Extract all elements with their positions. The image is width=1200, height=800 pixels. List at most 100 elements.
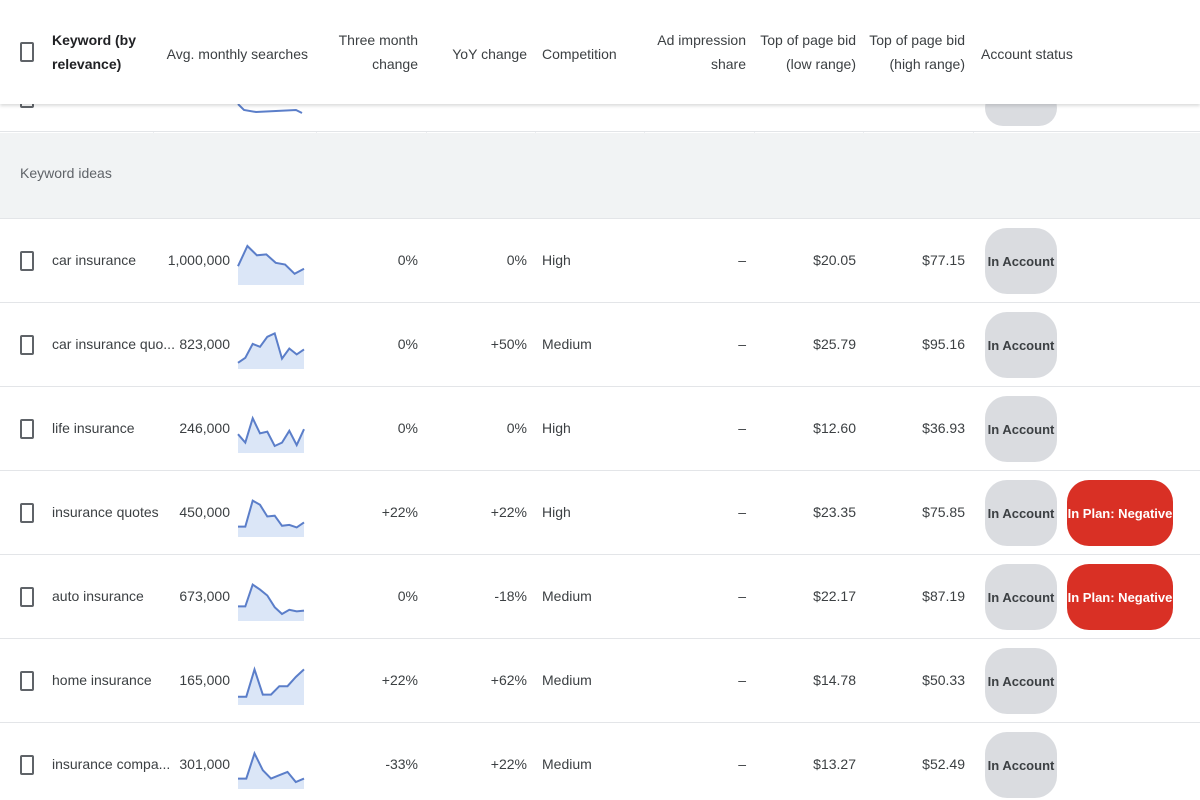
keyword-ideas-section: Keyword ideas — [0, 133, 1200, 219]
trend-sparkline — [238, 499, 305, 537]
column-header-bid-low-line1: Top of page bid — [760, 32, 856, 48]
in-account-badge[interactable]: In Account — [985, 732, 1057, 798]
three-month-value: 0% — [397, 588, 418, 604]
table-row[interactable]: car insurance 1,000,000 0% 0% High – $20.05 $77… — [0, 219, 1200, 303]
row-checkbox[interactable] — [20, 755, 34, 775]
table-row[interactable]: home insurance 165,000 +22% +62% Medium – $14.… — [0, 639, 1200, 723]
trend-sparkline — [237, 104, 303, 114]
column-header-three-month-line1: Three month — [338, 32, 418, 48]
table-row[interactable]: insurance compa... 301,000 -33% +22% Medium –… — [0, 723, 1200, 800]
ad-share-value: – — [738, 756, 746, 772]
three-month-value: 0% — [397, 420, 418, 436]
avg-searches-value: 301,000 — [179, 756, 230, 772]
row-checkbox[interactable] — [20, 671, 34, 691]
row-checkbox[interactable] — [20, 419, 34, 439]
ad-share-value: – — [738, 504, 746, 520]
keyword-text[interactable]: insurance quotes — [52, 501, 159, 523]
keyword-text[interactable]: car insurance — [52, 249, 136, 271]
bid-high-value: $75.85 — [922, 504, 965, 520]
column-header-ad-share[interactable]: Ad impression share — [648, 28, 746, 76]
column-header-keyword[interactable]: Keyword (by relevance) — [52, 28, 136, 76]
column-header-bid-low-line2: (low range) — [785, 56, 856, 72]
row-checkbox[interactable] — [20, 503, 34, 523]
keyword-text[interactable]: auto insurance — [52, 585, 144, 607]
bid-high-value: $36.93 — [922, 420, 965, 436]
in-account-badge[interactable]: In Account — [985, 480, 1057, 546]
in-plan-negative-badge[interactable]: In Plan: Negative — [1067, 480, 1173, 546]
three-month-value: 0% — [397, 336, 418, 352]
three-month-value: -33% — [385, 756, 418, 772]
in-plan-negative-badge[interactable]: In Plan: Negative — [1067, 564, 1173, 630]
avg-searches-value: 1,000,000 — [167, 252, 230, 268]
column-header-ad-share-line1: Ad impression — [657, 32, 746, 48]
bid-high-value: $77.15 — [922, 252, 965, 268]
bid-high-value: $95.16 — [922, 336, 965, 352]
column-header-bid-low[interactable]: Top of page bid (low range) — [758, 28, 856, 76]
ad-share-value: – — [738, 252, 746, 268]
table-row[interactable]: insurance quotes 450,000 +22% +22% High – $23.… — [0, 471, 1200, 555]
column-header-three-month-line2: change — [372, 56, 418, 72]
avg-searches-value: 673,000 — [179, 588, 230, 604]
ad-share-value: – — [738, 336, 746, 352]
column-header-bid-high[interactable]: Top of page bid (high range) — [867, 28, 965, 76]
avg-searches-value: 450,000 — [179, 504, 230, 520]
competition-value: High — [542, 420, 571, 436]
row-checkbox[interactable] — [20, 335, 34, 355]
trend-sparkline — [238, 583, 305, 621]
competition-value: Medium — [542, 756, 592, 772]
row-checkbox[interactable] — [20, 251, 34, 271]
bid-high-value: $50.33 — [922, 672, 965, 688]
trend-sparkline — [237, 244, 305, 285]
column-header-keyword-line2: relevance) — [52, 56, 122, 72]
trend-sparkline — [238, 750, 305, 789]
keyword-text[interactable]: insurance compa... — [52, 753, 170, 775]
bid-high-value: $52.49 — [922, 756, 965, 772]
column-header-bid-high-line2: (high range) — [889, 56, 966, 72]
avg-searches-value: 823,000 — [179, 336, 230, 352]
in-account-badge[interactable]: In Account — [985, 228, 1057, 294]
competition-value: High — [542, 504, 571, 520]
yoy-value: +50% — [490, 336, 527, 352]
competition-value: High — [542, 252, 571, 268]
row-checkbox[interactable] — [20, 587, 34, 607]
yoy-value: +22% — [490, 756, 527, 772]
bid-low-value: $23.35 — [813, 504, 856, 520]
ad-share-value: – — [738, 420, 746, 436]
table-row[interactable]: auto insurance 673,000 0% -18% Medium – $22.17… — [0, 555, 1200, 639]
in-account-badge[interactable]: In Account — [985, 312, 1057, 378]
in-account-badge[interactable]: In Account — [985, 564, 1057, 630]
bid-low-value: $14.78 — [813, 672, 856, 688]
three-month-value: +22% — [381, 672, 418, 688]
ad-share-value: – — [738, 588, 746, 604]
table-row[interactable]: life insurance 246,000 0% 0% High – $12.60 $36.… — [0, 387, 1200, 471]
trend-sparkline — [237, 332, 305, 369]
keyword-text[interactable]: car insurance quo... — [52, 333, 175, 355]
bid-low-value: $12.60 — [813, 420, 856, 436]
yoy-value: +62% — [490, 672, 527, 688]
competition-value: Medium — [542, 588, 592, 604]
column-header-account-status[interactable]: Account status — [981, 42, 1073, 66]
column-header-competition[interactable]: Competition — [542, 42, 617, 66]
keyword-text[interactable]: home insurance — [52, 669, 152, 691]
yoy-value: +22% — [490, 504, 527, 520]
column-header-avg-searches[interactable]: Avg. monthly searches — [160, 42, 308, 66]
competition-value: Medium — [542, 672, 592, 688]
column-header-ad-share-line2: share — [710, 56, 746, 72]
avg-searches-value: 165,000 — [179, 672, 230, 688]
in-account-badge[interactable]: In Account — [985, 396, 1057, 462]
keyword-text[interactable]: life insurance — [52, 417, 135, 439]
competition-value: Medium — [542, 336, 592, 352]
select-all-checkbox[interactable] — [20, 42, 34, 62]
trend-sparkline — [237, 415, 305, 453]
table-row-partial — [0, 90, 1200, 132]
yoy-value: 0% — [506, 252, 527, 268]
sparkline-area — [238, 669, 304, 705]
column-header-yoy[interactable]: YoY change — [430, 42, 527, 66]
bid-low-value: $22.17 — [813, 588, 856, 604]
bid-high-value: $87.19 — [922, 588, 965, 604]
in-account-badge[interactable]: In Account — [985, 648, 1057, 714]
three-month-value: +22% — [381, 504, 418, 520]
column-header-three-month[interactable]: Three month change — [320, 28, 418, 76]
table-row[interactable]: car insurance quo... 823,000 0% +50% Medium –… — [0, 303, 1200, 387]
table-header: Keyword (by relevance) Avg. monthly sear… — [0, 0, 1200, 104]
